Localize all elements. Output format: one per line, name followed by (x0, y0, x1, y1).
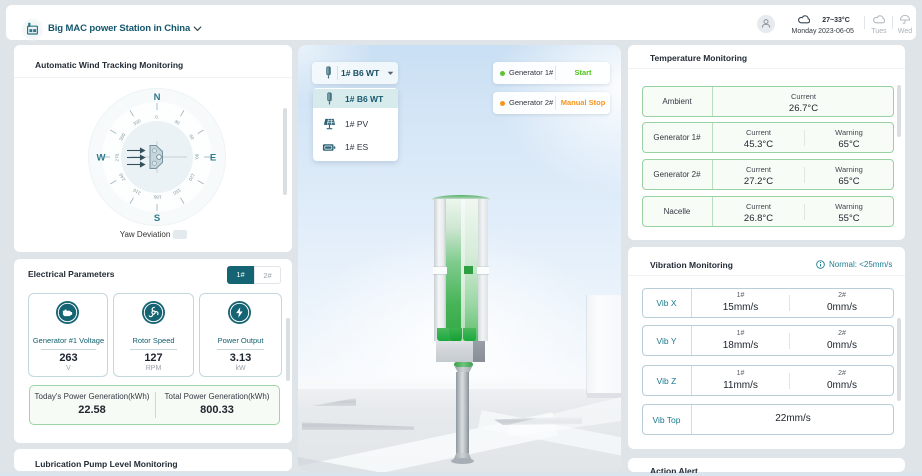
svg-text:S: S (154, 213, 160, 224)
svg-text:0.: 0. (155, 115, 159, 120)
svg-text:90.: 90. (195, 154, 200, 160)
svg-text:E: E (210, 153, 216, 164)
svg-text:270.: 270. (115, 153, 120, 162)
svg-text:W: W (97, 153, 106, 164)
svg-text:N: N (154, 92, 161, 103)
svg-text:180.: 180. (153, 195, 162, 200)
